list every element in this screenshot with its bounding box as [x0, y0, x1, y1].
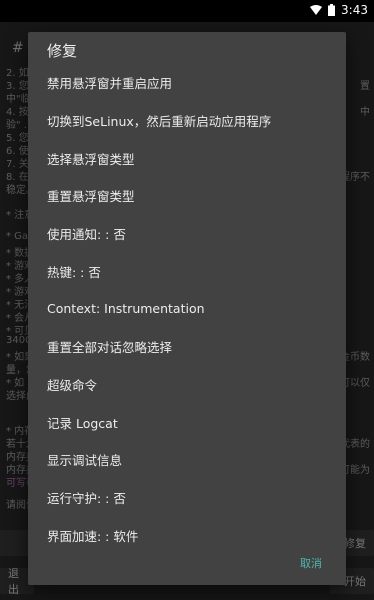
menu-item-context[interactable]: Context: Instrumentation [28, 290, 346, 328]
menu-item-hotkey[interactable]: 热键: : 否 [28, 252, 346, 290]
dialog-title: 修复 [47, 42, 78, 60]
repair-dialog: 修复 禁用悬浮窗并重启应用 切换到SeLinux，然后重新启动应用程序 选择悬浮… [28, 32, 346, 585]
wifi-icon [310, 5, 323, 15]
menu-item-select-overlay-type[interactable]: 选择悬浮窗类型 [28, 139, 346, 177]
dialog-menu: 禁用悬浮窗并重启应用 切换到SeLinux，然后重新启动应用程序 选择悬浮窗类型… [28, 64, 346, 554]
status-bar: 3:43 [0, 0, 374, 22]
menu-item-reset-dialog-ignore[interactable]: 重置全部对话忽略选择 [28, 328, 346, 366]
menu-item-record-logcat[interactable]: 记录 Logcat [28, 403, 346, 441]
menu-item-super-command[interactable]: 超级命令 [28, 366, 346, 404]
battery-icon [328, 4, 336, 16]
status-time: 3:43 [341, 3, 368, 17]
cancel-button[interactable]: 取消 [300, 555, 322, 571]
status-icons: 3:43 [310, 3, 368, 17]
menu-item-ui-acceleration[interactable]: 界面加速: : 软件 [28, 516, 346, 554]
menu-item-use-notification[interactable]: 使用通知: : 否 [28, 215, 346, 253]
menu-item-run-daemon[interactable]: 运行守护: : 否 [28, 479, 346, 517]
menu-item-switch-selinux[interactable]: 切换到SeLinux，然后重新启动应用程序 [28, 102, 346, 140]
menu-item-reset-overlay-type[interactable]: 重置悬浮窗类型 [28, 177, 346, 215]
menu-item-show-debug-info[interactable]: 显示调试信息 [28, 441, 346, 479]
menu-item-disable-overlay-restart[interactable]: 禁用悬浮窗并重启应用 [28, 64, 346, 102]
